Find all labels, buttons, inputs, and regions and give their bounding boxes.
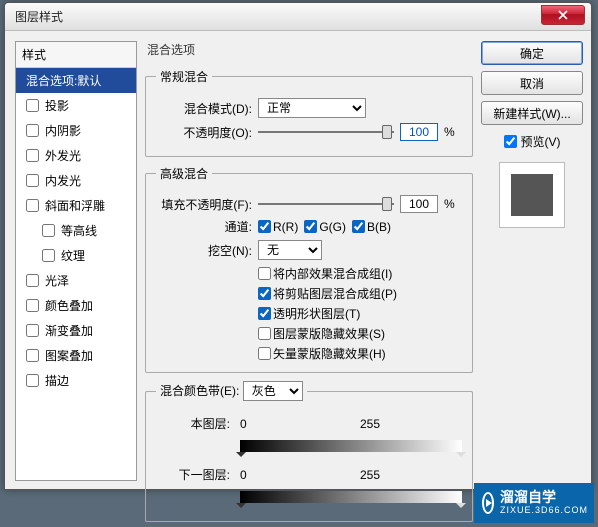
this-low-value: 0: [240, 417, 270, 431]
blend-if-select[interactable]: 灰色: [243, 381, 303, 401]
style-item[interactable]: 光泽: [16, 268, 136, 293]
advanced-options-list: 将内部效果混合成组(I) 将剪贴图层混合成组(P) 透明形状图层(T) 图层蒙版隐藏效…: [258, 265, 462, 362]
advanced-option[interactable]: 透明形状图层(T): [258, 305, 462, 322]
new-style-button[interactable]: 新建样式(W)...: [481, 101, 583, 125]
style-label: 斜面和浮雕: [45, 197, 105, 214]
pct-label: %: [444, 197, 462, 211]
style-label: 外发光: [45, 147, 81, 164]
buttons-panel: 确定 取消 新建样式(W)... 预览(V): [481, 41, 583, 481]
options-panel: 混合选项 常规混合 混合模式(D): 正常 不透明度(O): % 高级混合: [145, 41, 473, 481]
advanced-option[interactable]: 将内部效果混合成组(I): [258, 265, 462, 282]
channel-r-checkbox[interactable]: R(R): [258, 220, 298, 234]
style-checkbox[interactable]: [26, 274, 39, 287]
fill-opacity-label: 填充不透明度(F):: [156, 196, 252, 213]
style-label: 混合选项:默认: [26, 72, 101, 89]
watermark: 溜溜自学 ZIXUE.3D66.COM: [474, 483, 594, 523]
style-item[interactable]: 等高线: [16, 218, 136, 243]
blend-if-legend: 混合颜色带(E): 灰色: [156, 381, 307, 401]
channel-g-checkbox[interactable]: G(G): [304, 220, 346, 234]
style-checkbox[interactable]: [26, 324, 39, 337]
watermark-url: ZIXUE.3D66.COM: [500, 506, 588, 516]
style-item[interactable]: 混合选项:默认: [16, 68, 136, 93]
preview-checkbox[interactable]: 预览(V): [481, 133, 583, 150]
style-checkbox[interactable]: [26, 174, 39, 187]
style-checkbox[interactable]: [26, 99, 39, 112]
style-item[interactable]: 内阴影: [16, 118, 136, 143]
ok-button[interactable]: 确定: [481, 41, 583, 65]
style-label: 投影: [45, 97, 69, 114]
this-layer-label: 本图层:: [156, 415, 230, 432]
style-label: 图案叠加: [45, 347, 93, 364]
preview-swatch: [499, 162, 565, 228]
style-item[interactable]: 图案叠加: [16, 343, 136, 368]
advanced-legend: 高级混合: [156, 165, 212, 182]
close-icon: [558, 10, 568, 20]
style-checkbox[interactable]: [42, 224, 55, 237]
underlying-gradient[interactable]: [240, 485, 462, 509]
under-low-value: 0: [240, 468, 270, 482]
style-label: 内发光: [45, 172, 81, 189]
style-label: 渐变叠加: [45, 322, 93, 339]
window-title: 图层样式: [15, 8, 63, 25]
advanced-option[interactable]: 图层蒙版隐藏效果(S): [258, 325, 462, 342]
panel-title: 混合选项: [145, 41, 473, 60]
titlebar[interactable]: 图层样式: [5, 3, 591, 31]
style-label: 纹理: [61, 247, 85, 264]
channels-label: 通道:: [156, 218, 252, 235]
fill-opacity-slider[interactable]: [258, 195, 394, 213]
advanced-option[interactable]: 矢量蒙版隐藏效果(H): [258, 345, 462, 362]
style-label: 描边: [45, 372, 69, 389]
underlying-label: 下一图层:: [156, 466, 230, 483]
style-item[interactable]: 斜面和浮雕: [16, 193, 136, 218]
opacity-input[interactable]: [400, 123, 438, 141]
style-label: 光泽: [45, 272, 69, 289]
style-checkbox[interactable]: [42, 249, 55, 262]
blend-mode-select[interactable]: 正常: [258, 98, 366, 118]
style-checkbox[interactable]: [26, 299, 39, 312]
style-checkbox[interactable]: [26, 124, 39, 137]
style-checkbox[interactable]: [26, 199, 39, 212]
style-item[interactable]: 投影: [16, 93, 136, 118]
style-label: 等高线: [61, 222, 97, 239]
advanced-blend-group: 高级混合 填充不透明度(F): % 通道: R(R) G(G) B(B) 挖空(…: [145, 165, 473, 373]
style-item[interactable]: 描边: [16, 368, 136, 393]
pct-label: %: [444, 125, 462, 139]
fill-opacity-input[interactable]: [400, 195, 438, 213]
style-item[interactable]: 内发光: [16, 168, 136, 193]
blend-if-group: 混合颜色带(E): 灰色 本图层: 0 255: [145, 381, 473, 522]
style-item[interactable]: 颜色叠加: [16, 293, 136, 318]
advanced-option[interactable]: 将剪贴图层混合成组(P): [258, 285, 462, 302]
this-high-value: 255: [360, 417, 380, 431]
layer-style-dialog: 图层样式 样式 混合选项:默认投影内阴影外发光内发光斜面和浮雕等高线纹理光泽颜色…: [4, 2, 592, 490]
style-label: 颜色叠加: [45, 297, 93, 314]
style-label: 内阴影: [45, 122, 81, 139]
general-legend: 常规混合: [156, 68, 212, 85]
opacity-label: 不透明度(O):: [156, 124, 252, 141]
watermark-brand: 溜溜自学: [500, 490, 588, 505]
knockout-select[interactable]: 无: [258, 240, 322, 260]
knockout-label: 挖空(N):: [156, 242, 252, 259]
styles-header: 样式: [16, 42, 136, 68]
styles-panel: 样式 混合选项:默认投影内阴影外发光内发光斜面和浮雕等高线纹理光泽颜色叠加渐变叠…: [15, 41, 137, 481]
style-item[interactable]: 渐变叠加: [16, 318, 136, 343]
styles-list: 混合选项:默认投影内阴影外发光内发光斜面和浮雕等高线纹理光泽颜色叠加渐变叠加图案…: [16, 68, 136, 393]
blend-mode-label: 混合模式(D):: [156, 100, 252, 117]
style-checkbox[interactable]: [26, 374, 39, 387]
this-layer-gradient[interactable]: [240, 434, 462, 458]
close-button[interactable]: [541, 5, 585, 25]
channel-b-checkbox[interactable]: B(B): [352, 220, 391, 234]
style-item[interactable]: 外发光: [16, 143, 136, 168]
opacity-slider[interactable]: [258, 123, 394, 141]
play-icon: [482, 492, 494, 514]
style-item[interactable]: 纹理: [16, 243, 136, 268]
cancel-button[interactable]: 取消: [481, 71, 583, 95]
under-high-value: 255: [360, 468, 380, 482]
general-blend-group: 常规混合 混合模式(D): 正常 不透明度(O): %: [145, 68, 473, 157]
style-checkbox[interactable]: [26, 349, 39, 362]
style-checkbox[interactable]: [26, 149, 39, 162]
